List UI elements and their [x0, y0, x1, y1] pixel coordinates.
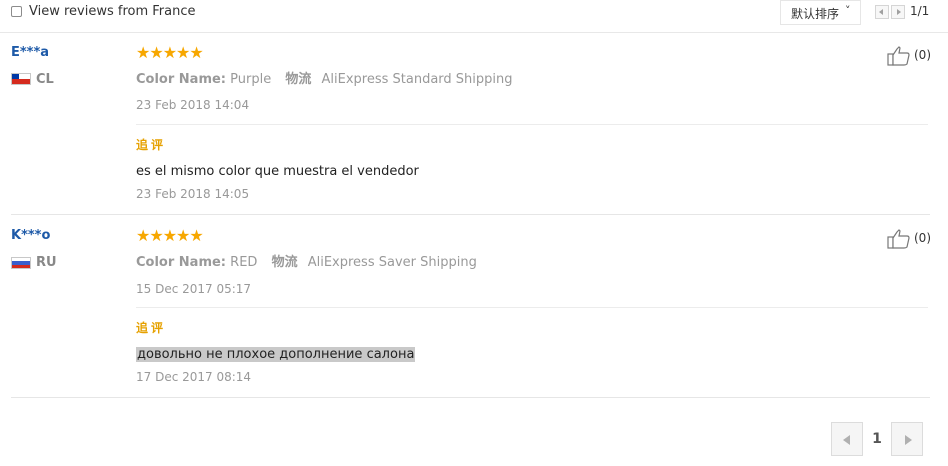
pagination: 1 — [831, 422, 923, 456]
chevron-down-icon: ˅ — [845, 4, 851, 17]
color-name-key: Color Name: — [136, 255, 227, 270]
page-count: 1/1 — [910, 4, 930, 18]
color-name-key: Color Name: — [136, 72, 227, 87]
additional-feedback-date: 23 Feb 2018 14:05 — [136, 187, 250, 201]
helpful-count: (0) — [914, 48, 931, 62]
additional-feedback-text: es el mismo color que muestra el vendedo… — [136, 164, 419, 179]
current-page[interactable]: 1 — [863, 422, 891, 456]
chile-flag-icon — [11, 73, 31, 85]
chevron-left-icon — [879, 9, 883, 15]
mini-prev-button[interactable] — [875, 5, 889, 19]
sort-dropdown[interactable]: 默认排序 ˅ — [780, 0, 861, 25]
additional-feedback-date: 17 Dec 2017 08:14 — [136, 370, 252, 384]
reviewer-name: K***o — [11, 228, 51, 243]
reviews-toolbar: View reviews from France 默认排序 ˅ 1/1 — [0, 0, 948, 33]
star-rating: ★★★★★ — [136, 226, 204, 245]
additional-feedback-label: 追评 — [136, 321, 167, 335]
review-divider — [11, 214, 930, 215]
next-page-button[interactable] — [891, 422, 923, 456]
divider — [136, 307, 928, 308]
additional-feedback-text: довольно не плохое дополнение салона — [136, 347, 416, 362]
order-attributes: Color Name: RED 物流 AliExpress Saver Ship… — [136, 251, 477, 270]
shipping-value: AliExpress Saver Shipping — [307, 255, 477, 270]
review-date: 23 Feb 2018 14:04 — [136, 98, 250, 112]
prev-page-button[interactable] — [831, 422, 863, 456]
france-filter-label[interactable]: View reviews from France — [29, 4, 196, 19]
color-name-value: RED — [230, 255, 258, 270]
shipping-key: 物流 — [271, 255, 298, 270]
mini-next-button[interactable] — [891, 5, 905, 19]
order-attributes: Color Name: Purple 物流 AliExpress Standar… — [136, 68, 513, 87]
additional-feedback-label: 追评 — [136, 138, 167, 152]
chevron-right-icon — [905, 435, 912, 445]
shipping-key: 物流 — [285, 72, 312, 87]
reviewer-country: CL — [36, 72, 54, 87]
helpful-count: (0) — [914, 231, 931, 245]
chevron-right-icon — [897, 9, 901, 15]
color-name-value: Purple — [230, 72, 272, 87]
sort-label: 默认排序 — [791, 7, 840, 21]
reviewer-name: E***a — [11, 45, 50, 60]
divider — [136, 124, 928, 125]
shipping-value: AliExpress Standard Shipping — [321, 72, 513, 87]
review-date: 15 Dec 2017 05:17 — [136, 282, 252, 296]
reviewer-country: RU — [36, 255, 57, 270]
star-rating: ★★★★★ — [136, 43, 204, 62]
france-filter-checkbox[interactable] — [11, 6, 22, 17]
thumbs-up-icon — [887, 229, 910, 249]
thumbs-up-icon — [887, 46, 910, 66]
review-divider — [11, 397, 930, 398]
russia-flag-icon — [11, 257, 31, 269]
chevron-left-icon — [843, 435, 850, 445]
